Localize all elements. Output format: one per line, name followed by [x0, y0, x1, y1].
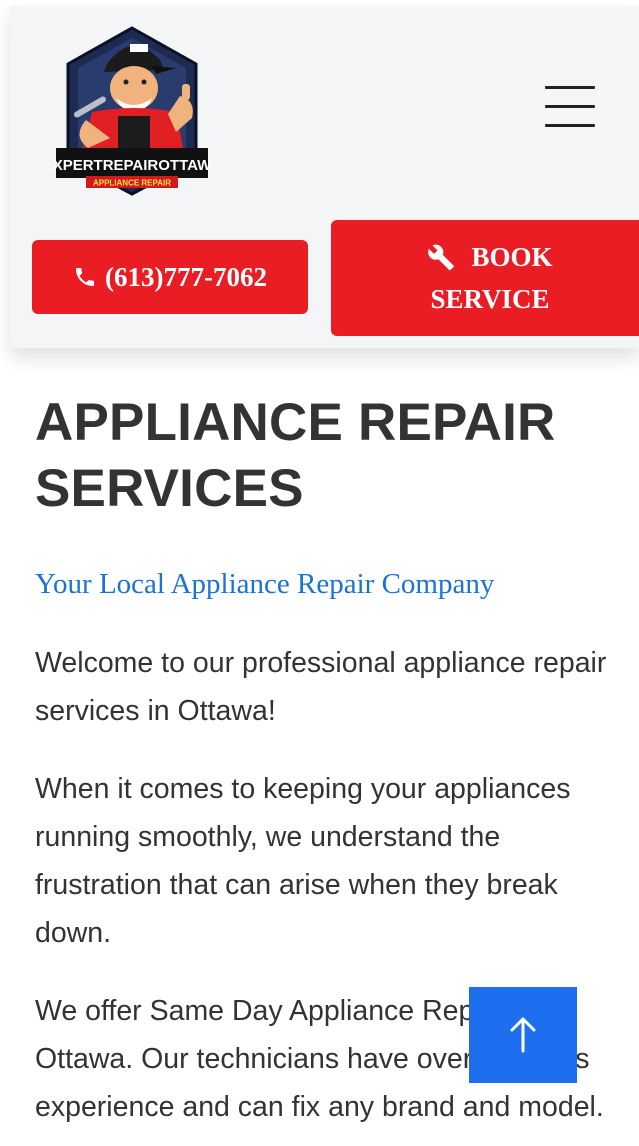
hamburger-menu-icon[interactable] [545, 86, 597, 130]
intro-paragraph: Welcome to our professional appliance re… [35, 647, 607, 727]
menu-bar [545, 86, 595, 89]
body-paragraph: When it comes to keeping your appliances… [35, 773, 571, 949]
site-logo[interactable]: EXPERTREPAIROTTAWA APPLIANCE REPAIR [52, 20, 212, 198]
site-header: EXPERTREPAIROTTAWA APPLIANCE REPAIR (613… [10, 6, 639, 348]
menu-bar [545, 105, 595, 108]
book-label-line1: BOOK [471, 242, 553, 272]
scroll-to-top-button[interactable] [469, 987, 577, 1083]
phone-icon [73, 265, 97, 289]
call-phone-button[interactable]: (613)777-7062 [32, 240, 308, 314]
book-service-button[interactable]: BOOK SERVICE [331, 220, 639, 336]
page-title: APPLIANCE REPAIR SERVICES [35, 393, 556, 518]
phone-number-label: (613)777-7062 [105, 261, 267, 292]
arrow-up-icon [510, 1017, 536, 1053]
svg-text:EXPERTREPAIROTTAWA: EXPERTREPAIROTTAWA [52, 157, 212, 174]
book-label-line2: SERVICE [430, 284, 550, 314]
svg-text:APPLIANCE REPAIR: APPLIANCE REPAIR [93, 179, 171, 188]
wrench-icon [427, 243, 455, 271]
menu-bar [545, 124, 595, 127]
page: EXPERTREPAIROTTAWA APPLIANCE REPAIR (613… [0, 0, 639, 1146]
page-subtitle: Your Local Appliance Repair Company [35, 568, 495, 600]
